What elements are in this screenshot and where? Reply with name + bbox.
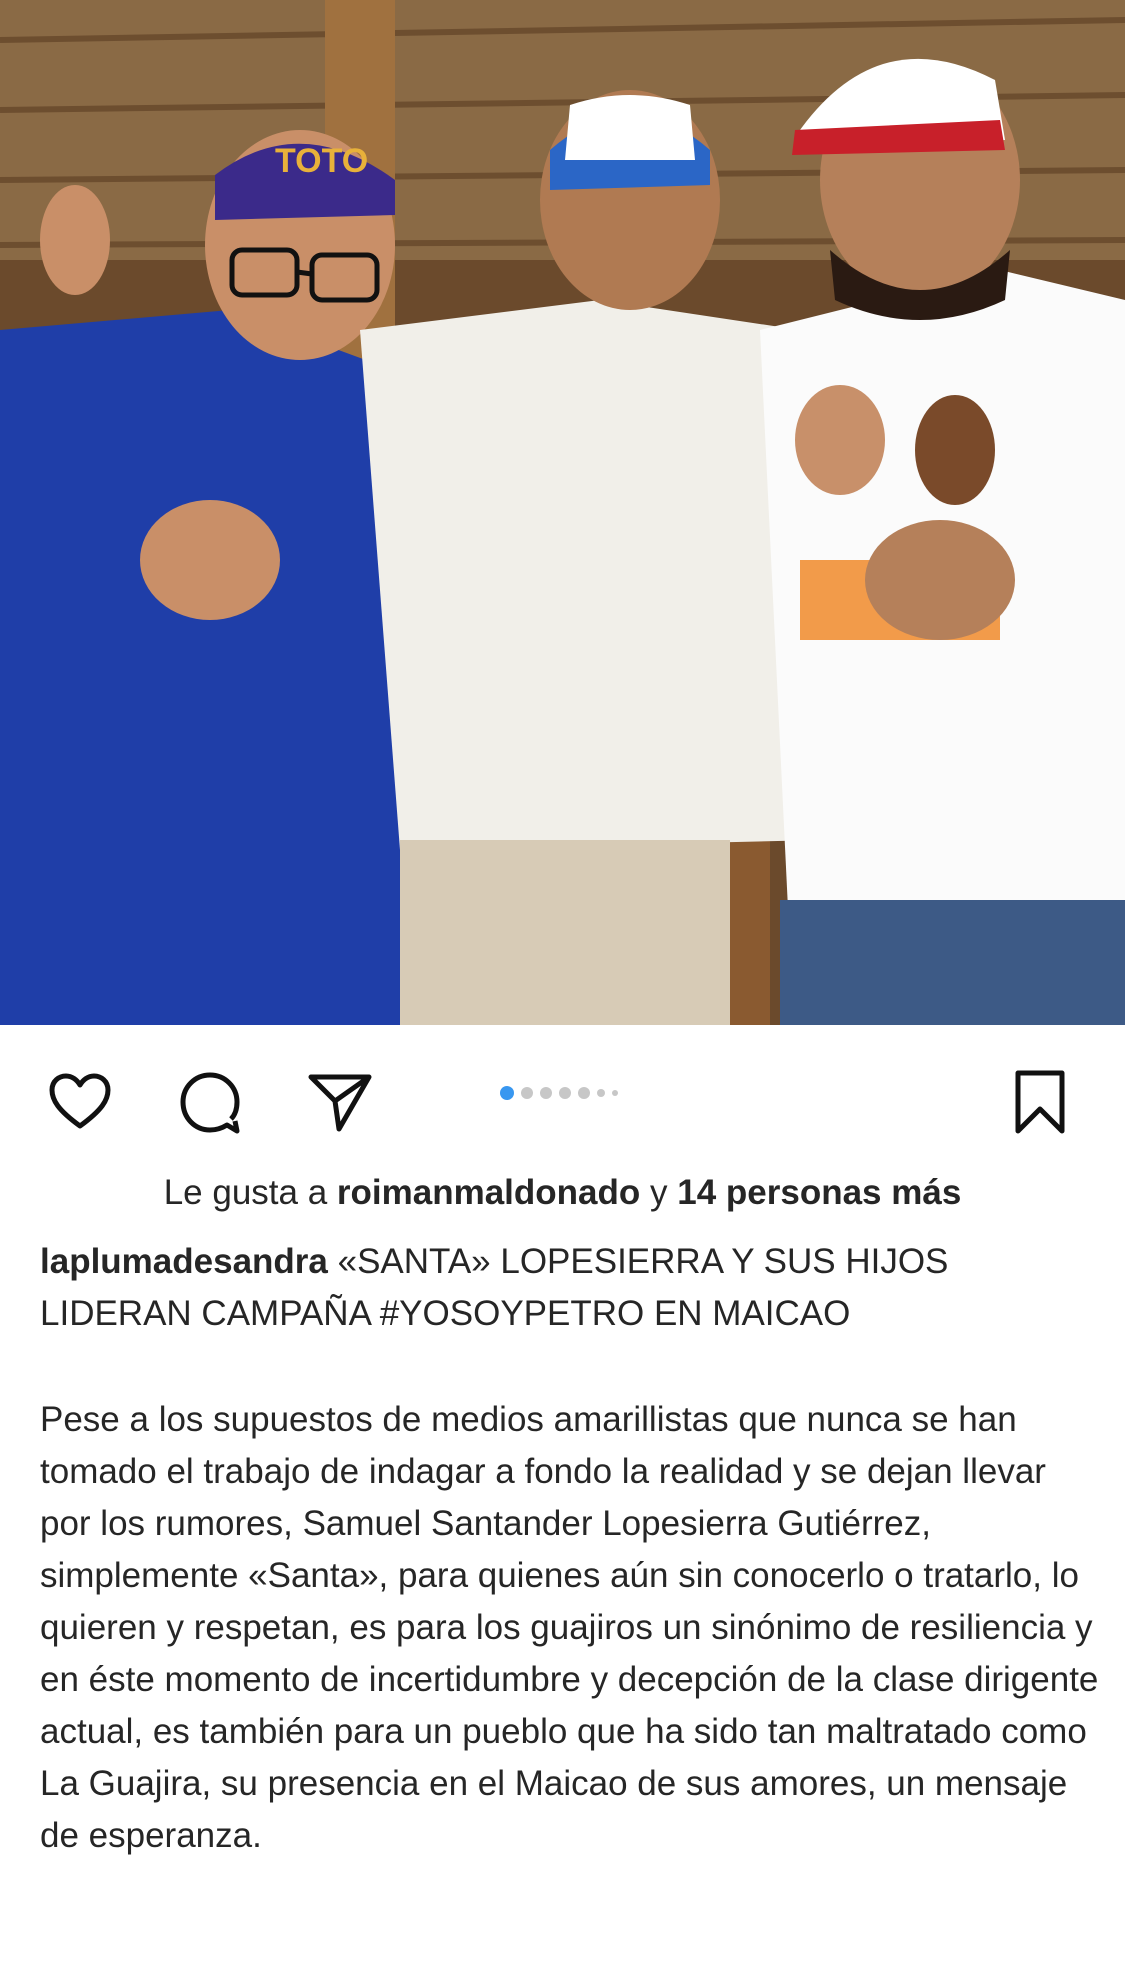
carousel-indicator [500, 1083, 618, 1103]
likes-prefix: Le gusta a [163, 1173, 337, 1212]
carousel-dot [612, 1090, 618, 1096]
post-photo[interactable]: TOTO [0, 0, 1125, 1025]
bookmark-icon[interactable] [1005, 1067, 1075, 1137]
caption-username[interactable]: laplumadesandra [40, 1242, 328, 1281]
comment-icon[interactable] [175, 1067, 245, 1137]
carousel-dot [597, 1089, 605, 1097]
likes-connector: y [640, 1173, 678, 1212]
post-caption: laplumadesandra «SANTA» LOPESIERRA Y SUS… [40, 1236, 1090, 1340]
likes-others[interactable]: 14 personas más [677, 1173, 961, 1212]
heart-icon[interactable] [45, 1067, 115, 1137]
carousel-dot [540, 1087, 552, 1099]
carousel-dot [500, 1086, 514, 1100]
liker-username[interactable]: roimanmaldonado [337, 1173, 640, 1212]
carousel-dot [578, 1087, 590, 1099]
send-icon[interactable] [305, 1067, 375, 1137]
cap-left-text: TOTO [275, 142, 368, 180]
likes-summary[interactable]: Le gusta a roimanmaldonado y 14 personas… [0, 1168, 1125, 1218]
carousel-dot [521, 1087, 533, 1099]
caption-body: Pese a los supuestos de medios amarillis… [40, 1400, 1099, 1855]
carousel-dot [559, 1087, 571, 1099]
